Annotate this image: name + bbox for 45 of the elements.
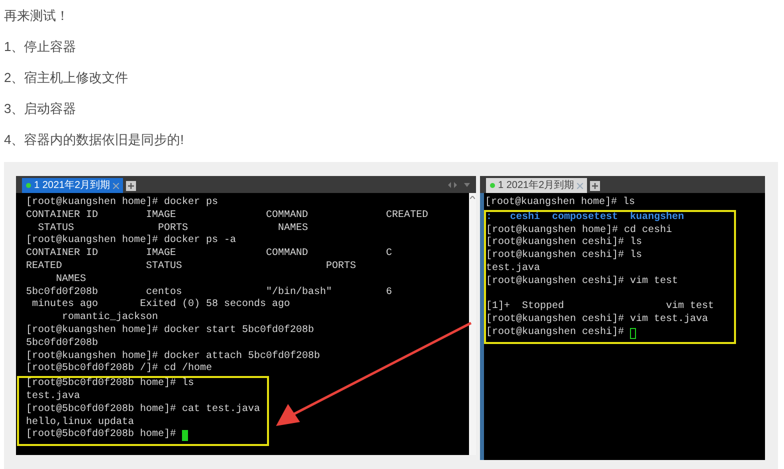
terminal-line: NAMES (55, 274, 86, 286)
terminal-line: test.java (486, 262, 540, 276)
scroll-up-icon[interactable] (470, 196, 475, 199)
terminal-line: [root@kuangshen home]# cd ceshi (486, 224, 672, 236)
terminal-line: STATUS PORTS NAMES (37, 222, 308, 234)
close-icon[interactable] (577, 182, 584, 188)
new-tab-button[interactable] (590, 181, 600, 191)
paragraph-text: 4、容器内的数据依旧是同步的! (4, 131, 185, 149)
terminal-line: [root@kuangshen ceshi]# ls (486, 250, 642, 262)
terminal-line: [root@5bc0fd0f208b home]# cat test.java (26, 404, 260, 416)
terminal-line: [root@kuangshen ceshi]# vim test.java (486, 314, 708, 326)
terminal-line: 5bc0fd0f208b centos "/bin/bash" 6 (26, 286, 392, 298)
terminal-line: test.java (26, 390, 80, 404)
terminal-line: [root@kuangshen ceshi]# (486, 326, 624, 340)
new-tab-button[interactable] (126, 181, 136, 191)
terminal-line: [root@kuangshen home]# docker attach 5bc0fd0f208b (26, 350, 320, 362)
terminal-line: romantic_jackson (61, 312, 158, 324)
terminal-line: [root@kuangshen home]# ls (485, 197, 636, 210)
terminal-line: REATED STATUS PORTS (26, 260, 356, 274)
terminal-line: [root@5bc0fd0f208b home]# (26, 429, 176, 442)
scrollbar[interactable] (469, 193, 476, 455)
terminal-line: CONTAINER ID IMAGE COMMAND CREATED (26, 210, 428, 223)
terminal-tab[interactable]: 1 2021年2月到期 (22, 178, 124, 193)
paragraph-text: 1、停止容器 (4, 38, 78, 56)
paragraph-text: 3、启动容器 (4, 100, 78, 118)
terminal-line: minutes ago Exited (0) 58 seconds ago (31, 299, 290, 312)
terminal-line: [root@kuangshen home]# docker ps -a (26, 235, 236, 248)
close-icon[interactable] (113, 182, 120, 188)
terminal-line: [root@5bc0fd0f208b home]# ls (26, 378, 194, 390)
terminal-line: [root@5bc0fd0f208b /]# cd /home (26, 363, 212, 376)
paragraph-text: 2、宿主机上修改文件 (4, 69, 130, 87)
plus-icon (592, 183, 598, 189)
tab-scroll-arrows-icon[interactable] (448, 182, 470, 188)
terminal-line: : ceshi composetest kuangshen (486, 212, 684, 224)
terminal-line: hello,linux updata (26, 416, 134, 428)
terminal-line: CONTAINER ID IMAGE COMMAND C (26, 248, 392, 261)
terminal-line: [1]+ Stopped vim test (486, 301, 714, 314)
plus-icon (128, 183, 134, 189)
terminal-line: [root@kuangshen home]# docker start 5bc0fd0f208b (26, 324, 314, 338)
terminal-line: [root@kuangshen home]# docker ps (26, 197, 218, 210)
terminal-line: [root@kuangshen ceshi]# vim test (486, 276, 678, 289)
terminal-tab[interactable]: 1 2021年2月到期 (486, 178, 588, 193)
paragraph-text: 再来测试！ (4, 7, 70, 25)
terminal-line: 5bc0fd0f208b (26, 338, 98, 350)
terminal-line: [root@kuangshen ceshi]# ls (486, 237, 642, 250)
